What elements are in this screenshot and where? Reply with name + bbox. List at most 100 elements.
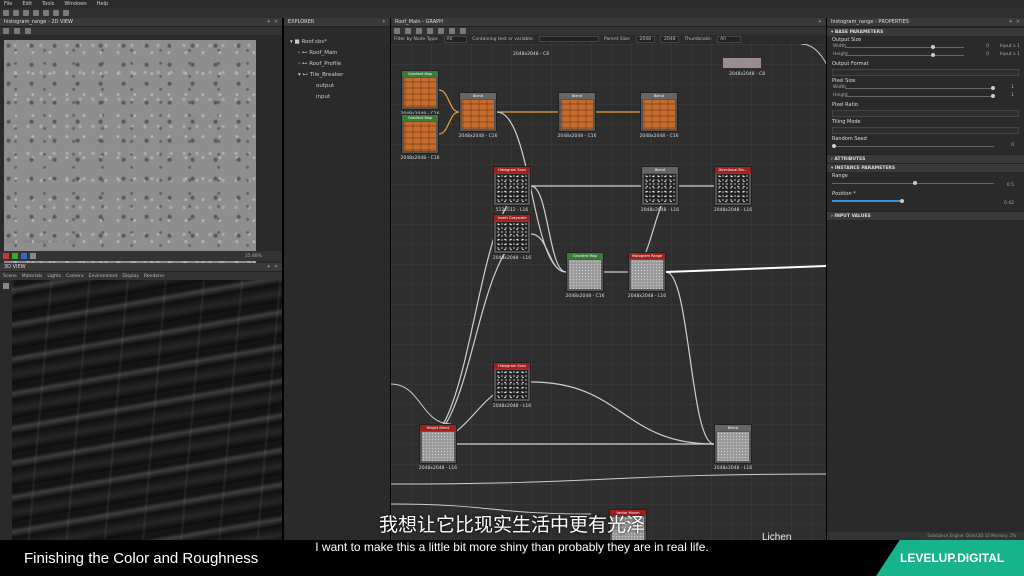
graph-tool-icon[interactable] — [394, 28, 400, 34]
range-label: Range — [832, 173, 848, 179]
height-slider[interactable] — [845, 52, 964, 59]
graph-node[interactable]: Height Blend — [419, 424, 457, 464]
section-attributes[interactable]: › ATTRIBUTES — [827, 154, 1024, 163]
node-thumbnail — [561, 100, 593, 129]
menu-materials[interactable]: Materials — [22, 274, 43, 279]
graph-canvas[interactable]: Gradient Map 2048x2048 - C16 Gradient Map 2… — [391, 44, 826, 540]
menu-renderer[interactable]: Renderer — [144, 274, 165, 279]
texture-preview[interactable] — [4, 40, 256, 263]
menu-environment[interactable]: Environment — [89, 274, 118, 279]
graph-node[interactable]: Histogram Range — [628, 252, 666, 292]
alpha-channel-icon[interactable] — [30, 253, 36, 259]
tree-root[interactable]: ▾ ■ Roof.sbs* — [290, 37, 390, 48]
width-slider[interactable] — [845, 44, 964, 51]
output-format-select[interactable] — [832, 69, 1019, 76]
section-input-values[interactable]: › INPUT VALUES — [827, 211, 1024, 220]
pixel-ratio-select[interactable] — [832, 110, 1019, 117]
redo-icon[interactable] — [63, 10, 69, 16]
new-icon[interactable] — [3, 10, 9, 16]
close-icon[interactable]: ✕ — [1016, 19, 1020, 25]
graph-node[interactable]: Histogram Scan — [493, 166, 531, 206]
save-image-icon[interactable] — [3, 28, 9, 34]
camera-icon[interactable] — [3, 283, 9, 289]
filter-node-type-select[interactable]: All — [443, 35, 468, 43]
filter-text-input[interactable] — [538, 36, 599, 42]
undo-icon[interactable] — [53, 10, 59, 16]
pixel-height-slider[interactable] — [845, 93, 996, 100]
section-instance-parameters[interactable]: ▾ INSTANCE PARAMETERS — [827, 163, 1024, 172]
pin-icon[interactable]: ✦ — [267, 19, 271, 25]
roof-3d-preview[interactable] — [12, 280, 282, 540]
open-icon[interactable] — [13, 10, 19, 16]
menu-display[interactable]: Display — [122, 274, 139, 279]
menu-windows[interactable]: Windows — [64, 1, 86, 7]
menu-file[interactable]: File — [4, 1, 12, 7]
node-size-label: 2048x2048 - L16 — [713, 466, 753, 471]
pixel-width-slider[interactable] — [845, 85, 996, 92]
red-channel-icon[interactable] — [3, 253, 9, 259]
menu-help[interactable]: Help — [97, 1, 108, 7]
color-swatch-node[interactable] — [723, 58, 761, 68]
range-slider[interactable] — [832, 180, 994, 187]
tiling-mode-select[interactable] — [832, 127, 1019, 134]
height-relative[interactable]: Input x 1 — [1000, 52, 1020, 57]
properties-title: histogram_range - PROPERTIES — [831, 19, 909, 25]
copy-icon[interactable] — [14, 28, 20, 34]
pin-icon[interactable]: ✦ — [818, 19, 822, 25]
graph-tool-icon[interactable] — [460, 28, 466, 34]
graph-node[interactable]: Blend — [558, 92, 596, 132]
menu-edit[interactable]: Edit — [22, 1, 32, 7]
graph-tool-icon[interactable] — [449, 28, 455, 34]
tree-item-roof-profile[interactable]: › ⊷ Roof_Profile — [290, 59, 390, 70]
tree-item-output[interactable]: output — [290, 81, 390, 92]
zoom-level[interactable]: 35.88% — [245, 254, 282, 259]
tree-item-tile-breaker[interactable]: ▾ ⊷ Tile_Breaker — [290, 70, 390, 81]
graph-node[interactable]: Blend — [640, 92, 678, 132]
graph-node[interactable]: Invert Grayscale — [493, 214, 531, 254]
green-channel-icon[interactable] — [12, 253, 18, 259]
graph-node[interactable]: Gradient Map — [401, 70, 439, 110]
pin-icon[interactable]: ✦ — [267, 264, 271, 270]
lower-third-title: Finishing the Color and Roughness — [24, 550, 259, 567]
menu-camera[interactable]: Camera — [66, 274, 84, 279]
save-icon[interactable] — [23, 10, 29, 16]
graph-node[interactable]: Blend — [714, 424, 752, 464]
pin-icon[interactable]: ✦ — [1009, 19, 1013, 25]
node-thumbnail — [404, 122, 436, 151]
graph-node[interactable]: Blend — [641, 166, 679, 206]
parent-size-select-2[interactable]: 2048 — [659, 35, 680, 43]
selected-output-wire — [665, 265, 826, 273]
parent-size-select[interactable]: 2048 — [635, 35, 655, 43]
import-icon[interactable] — [43, 10, 49, 16]
thumbnails-select[interactable]: All — [717, 35, 741, 43]
tree-item-input[interactable]: input — [290, 92, 390, 103]
close-icon[interactable]: ✕ — [274, 19, 278, 25]
width-relative[interactable]: Input x 1 — [1000, 44, 1020, 49]
node-thumbnail — [644, 174, 676, 203]
grid-icon[interactable] — [25, 28, 31, 34]
close-icon[interactable]: ✕ — [274, 264, 278, 270]
graph-tool-icon[interactable] — [438, 28, 444, 34]
graph-wire — [530, 381, 715, 445]
menu-bar: File Edit Tools Windows Help — [0, 0, 1024, 8]
graph-tool-icon[interactable] — [416, 28, 422, 34]
position-slider[interactable] — [832, 198, 994, 205]
menu-lights[interactable]: Lights — [47, 274, 61, 279]
node-title: Gradient Map — [567, 253, 603, 259]
graph-tool-icon[interactable] — [427, 28, 433, 34]
graph-node[interactable]: Gradient Map — [566, 252, 604, 292]
graph-node[interactable]: Histogram Scan — [493, 362, 531, 402]
graph-node[interactable]: Gradient Map — [401, 114, 439, 154]
save-all-icon[interactable] — [33, 10, 39, 16]
graph-tool-icon[interactable] — [405, 28, 411, 34]
section-base-parameters[interactable]: ▾ BASE PARAMETERS — [827, 27, 1024, 36]
random-seed-slider[interactable] — [832, 143, 994, 150]
tree-item-roof-main[interactable]: › ⊷ Roof_Main — [290, 48, 390, 59]
menu-tools[interactable]: Tools — [42, 1, 54, 7]
pin-icon[interactable]: ✦ — [382, 19, 386, 25]
node-thumbnail — [496, 222, 528, 251]
menu-scene[interactable]: Scene — [3, 274, 17, 279]
graph-node[interactable]: Directional Blu... — [714, 166, 752, 206]
blue-channel-icon[interactable] — [21, 253, 27, 259]
graph-node[interactable]: Blend — [459, 92, 497, 132]
